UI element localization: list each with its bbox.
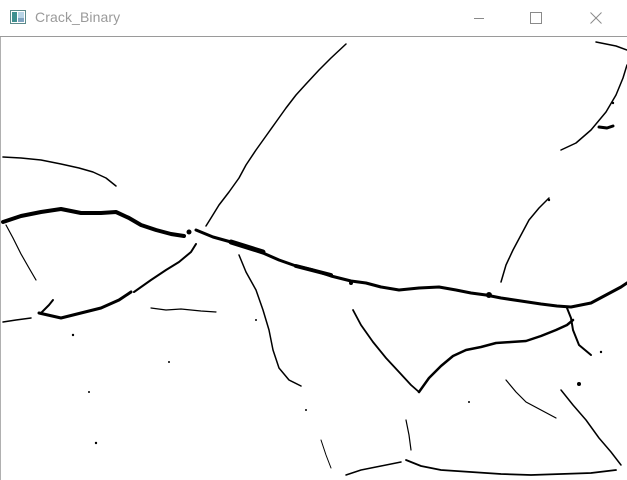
crack-speck — [255, 319, 257, 321]
title-bar[interactable]: Crack_Binary — [0, 0, 627, 37]
maximize-icon — [530, 12, 542, 24]
minimize-button[interactable] — [456, 0, 502, 36]
crack-speck — [305, 409, 307, 411]
crack-left-down-hair — [5, 224, 37, 281]
opencv-window-icon — [10, 10, 26, 24]
crack-speck — [547, 198, 551, 202]
crack-right-upper-vertical — [500, 197, 550, 283]
crack-left-lower — [37, 290, 133, 320]
minimize-icon — [474, 18, 484, 19]
crack-mid-bottom-hair — [320, 439, 332, 469]
close-icon — [590, 12, 602, 24]
crack-right-upper — [560, 64, 627, 151]
crack-left-hairline — [2, 317, 32, 323]
crack-left-upper-hair — [2, 156, 117, 187]
window-title: Crack_Binary — [35, 9, 121, 25]
crack-speck — [611, 101, 615, 105]
crack-main-thick-segment — [228, 239, 266, 255]
crack-right-lower-down — [560, 389, 622, 466]
crack-speck — [599, 350, 603, 354]
crack-speck — [71, 333, 75, 337]
crack-bottom — [405, 459, 617, 476]
crack-speck — [468, 401, 470, 403]
crack-speck — [94, 441, 98, 445]
crack-upper-middle — [205, 43, 347, 227]
crack-top-right-corner — [595, 41, 627, 51]
close-button[interactable] — [573, 0, 619, 36]
crack-speck — [88, 391, 90, 393]
maximize-button[interactable] — [513, 0, 559, 36]
image-canvas[interactable] — [0, 37, 627, 480]
crack-main — [1, 207, 186, 238]
crack-lower-center-2 — [352, 309, 420, 393]
crack-speck — [186, 229, 192, 235]
crack-thick-segment-2 — [294, 264, 333, 277]
crack-lower-center-1 — [238, 254, 302, 387]
image-window: Crack_Binary — [0, 0, 627, 480]
crack-speck — [168, 361, 170, 363]
crack-bottom-left — [345, 461, 402, 476]
crack-main-center — [194, 228, 627, 309]
crack-right-vertical — [566, 307, 592, 356]
crack-speck — [486, 292, 492, 298]
crack-binary-image — [1, 41, 627, 476]
crack-lower-right-dashes — [505, 379, 557, 419]
crack-lower-left-hair — [150, 307, 217, 313]
crack-left-lower-branch — [40, 299, 54, 314]
crack-diagonal-left — [133, 243, 197, 293]
crack-lower-right-branch — [417, 318, 575, 394]
crack-speck — [349, 281, 353, 285]
crack-center-bottom — [405, 419, 412, 451]
crack-speck — [577, 382, 581, 386]
crack-right-top-blob — [597, 124, 615, 130]
